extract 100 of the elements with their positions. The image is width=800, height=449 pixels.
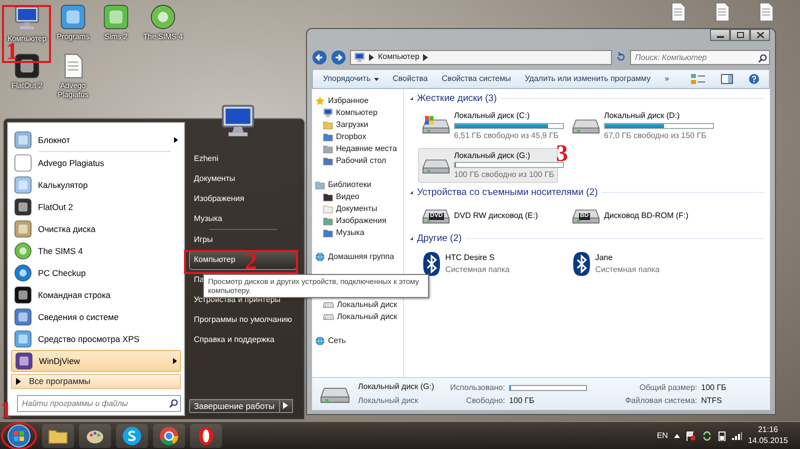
program-item[interactable]: Командная строка <box>11 284 181 306</box>
clock-time: 21:16 <box>758 425 778 436</box>
nav-item[interactable]: Загрузки <box>315 119 368 131</box>
monitor-icon <box>13 4 41 32</box>
nav-item[interactable]: Локальный диск <box>315 311 398 323</box>
menu-item[interactable]: Программы по умолчанию <box>188 310 297 330</box>
toolbar-button[interactable]: Удалить или изменить программу <box>524 74 651 84</box>
program-item[interactable]: Средство просмотра XPS <box>11 328 181 350</box>
preview-pane-icon <box>721 74 733 84</box>
nav-item[interactable]: Локальный диск <box>315 299 398 311</box>
nav-item[interactable]: Сеть <box>315 335 346 347</box>
close-icon <box>756 32 764 38</box>
drive-item[interactable]: Локальный диск (C:) 6,51 ГБ свободно из 45,9 ГБ <box>418 108 558 144</box>
clock-date: 14.05.2015 <box>748 436 788 446</box>
program-icon <box>14 176 32 194</box>
field-value: 100 ГБ <box>701 382 726 392</box>
nav-item[interactable]: Избранное <box>315 95 369 107</box>
program-item[interactable]: Advego Plagiatus <box>11 152 181 174</box>
menu-item[interactable]: Музыка <box>188 209 297 229</box>
program-icon <box>14 286 32 304</box>
nav-item[interactable]: Домашняя группа <box>315 251 394 263</box>
nav-item[interactable]: Компьютер <box>315 107 378 119</box>
help-icon <box>749 74 759 84</box>
section-header: Жесткие диски (3) <box>417 93 497 104</box>
step-number: 1 <box>6 40 18 64</box>
arrow-icon <box>16 378 21 385</box>
arrow-icon <box>423 54 428 60</box>
drive-item[interactable]: Jane Системная папка <box>568 248 708 279</box>
maximize-button[interactable] <box>730 29 750 41</box>
menu-item[interactable]: Игры <box>188 230 297 250</box>
language-indicator[interactable]: EN <box>656 430 668 440</box>
all-programs-button[interactable]: Все программы <box>11 374 181 389</box>
taskbar-button[interactable] <box>116 424 148 448</box>
section-header: Устройства со съемными носителями (2) <box>417 186 598 198</box>
windows-orb-icon <box>7 424 31 448</box>
field-label: Свободно: <box>465 396 506 406</box>
menu-item[interactable]: Справка и поддержка <box>188 330 297 350</box>
plumbob-icon <box>150 4 176 30</box>
maximize-icon <box>736 32 744 38</box>
nav-item[interactable]: Документы <box>315 203 378 215</box>
taskbar-button[interactable] <box>42 424 74 448</box>
arrow-icon <box>369 54 374 60</box>
toolbar-button[interactable]: Свойства <box>392 74 428 84</box>
drive-name: Локальный диск (G:) <box>358 382 434 392</box>
breadcrumb-link[interactable]: Компьютер <box>378 52 420 62</box>
taskbar-button[interactable] <box>190 424 222 448</box>
program-item[interactable]: Калькулятор <box>11 174 181 196</box>
menu-item[interactable]: Документы <box>188 169 297 189</box>
collapse-icon[interactable] <box>410 237 413 240</box>
program-icon <box>14 308 32 326</box>
nav-item[interactable]: Библиотеки <box>315 179 372 191</box>
program-item[interactable]: The SIMS 4 <box>11 240 181 262</box>
back-button[interactable] <box>312 50 327 64</box>
program-item[interactable]: WinDjView <box>11 350 181 372</box>
clock[interactable]: 21:16 14.05.2015 <box>748 425 796 446</box>
nav-item[interactable]: Недавние места <box>315 143 397 155</box>
close-button[interactable] <box>750 29 770 41</box>
toolbar-button[interactable]: Свойства системы <box>442 74 511 84</box>
arrow-icon <box>283 402 288 410</box>
taskbar-button[interactable] <box>79 424 111 448</box>
submenu-arrow-icon <box>172 358 177 364</box>
nav-item[interactable]: Dropbox <box>315 131 366 143</box>
menu-item[interactable]: Изображения <box>188 189 297 209</box>
drive-item[interactable]: Локальный диск (D:) 67,0 ГБ свободно из 150 ГБ <box>568 108 708 144</box>
device-type: Системная папка <box>595 264 660 274</box>
program-icon <box>14 220 32 238</box>
program-item[interactable]: FlatOut 2 <box>11 196 181 218</box>
program-item[interactable]: Блокнот <box>11 129 181 151</box>
menu-item[interactable]: Ezheni <box>188 149 297 169</box>
drive-icon <box>422 115 450 136</box>
drive-name: DVD RW дисковод (E:) <box>454 210 538 220</box>
collapse-icon[interactable] <box>410 97 413 100</box>
device-type: Системная папка <box>445 264 510 274</box>
free-space-text: 67,0 ГБ свободно из 150 ГБ <box>604 130 704 141</box>
options-button[interactable] <box>280 398 293 413</box>
search-field[interactable]: Поиск: Компьютер <box>630 50 770 64</box>
library-icon <box>315 180 325 190</box>
program-item[interactable]: PC Checkup <box>11 262 181 284</box>
search-icon <box>168 399 178 408</box>
sync-icon <box>702 430 712 440</box>
program-item[interactable]: Сведения о системе <box>11 306 181 328</box>
nav-item[interactable]: Рабочий стол <box>315 155 386 167</box>
nav-item[interactable]: Видео <box>315 191 360 203</box>
minimize-button[interactable] <box>710 29 730 41</box>
toolbar-button[interactable]: Упорядочить <box>323 74 379 84</box>
nav-item[interactable]: Музыка <box>315 227 364 239</box>
taskbar-button[interactable] <box>153 424 185 448</box>
forward-button[interactable] <box>331 50 346 64</box>
shutdown-button[interactable]: Завершение работы <box>188 398 280 413</box>
device-name: Jane <box>595 252 614 263</box>
toolbar-button[interactable]: » <box>664 74 670 84</box>
collapse-icon[interactable] <box>410 190 413 194</box>
nav-item[interactable]: Изображения <box>315 215 386 227</box>
search-field[interactable]: Найти программы и файлы <box>17 395 181 412</box>
program-item[interactable]: Очистка диска <box>11 218 181 240</box>
field-label: Файловая система: <box>625 396 698 406</box>
address-bar[interactable]: Компьютер <box>350 50 612 64</box>
start-button[interactable] <box>1 422 37 449</box>
step-number: 1 <box>0 399 12 423</box>
chrome-icon <box>158 424 180 446</box>
